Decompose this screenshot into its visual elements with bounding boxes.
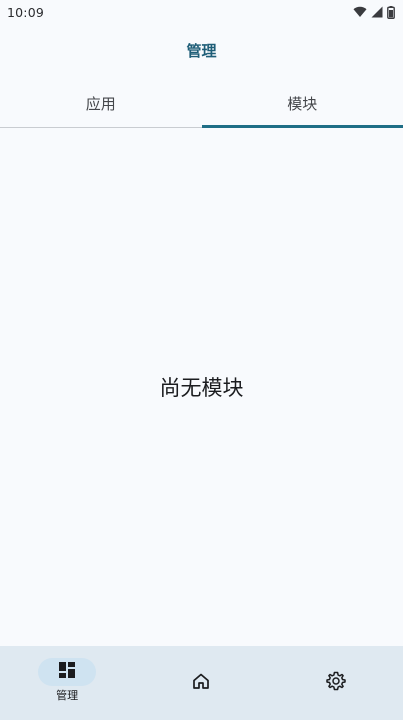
nav-item-manage[interactable]: 管理 [0,646,134,720]
battery-icon [387,5,395,19]
dashboard-icon [58,661,76,683]
nav-item-home[interactable] [134,646,268,720]
gear-icon [326,671,346,695]
app-screen: 10:09 管理 应用 模块 尚无模块 管理 [0,0,403,720]
status-time: 10:09 [7,4,45,20]
bottom-navigation: 管理 [0,646,403,720]
nav-settings-container [307,669,365,697]
wifi-icon [353,6,367,18]
nav-active-indicator [38,658,97,686]
page-title: 管理 [186,42,217,60]
nav-item-settings[interactable] [269,646,403,720]
empty-state-text: 尚无模块 [159,376,244,400]
home-icon [192,672,210,694]
status-icons [353,5,395,19]
tab-apps[interactable]: 应用 [0,82,202,127]
tab-bar: 应用 模块 [0,82,403,128]
signal-icon [371,6,383,18]
nav-label-manage: 管理 [56,689,79,702]
status-bar: 10:09 [0,0,403,24]
nav-home-container [172,669,230,697]
tab-modules[interactable]: 模块 [201,82,403,128]
